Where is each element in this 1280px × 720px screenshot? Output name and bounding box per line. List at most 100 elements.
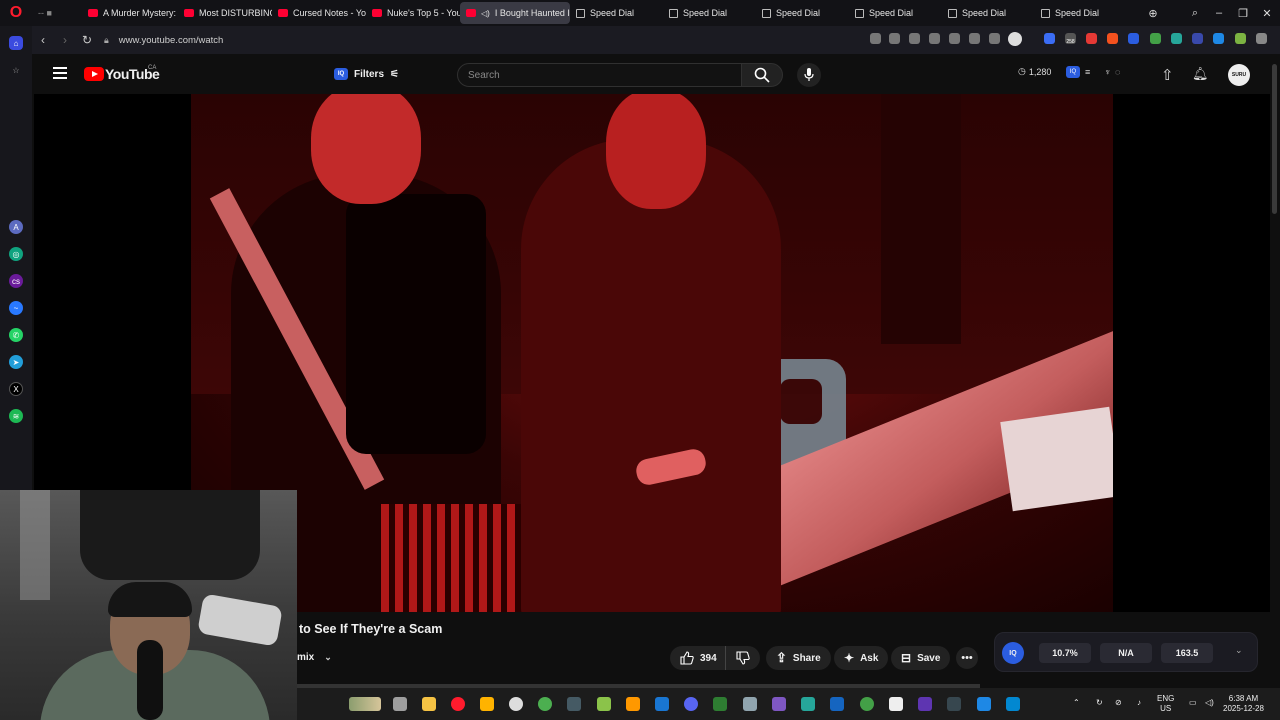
aria-icon[interactable]: A <box>9 220 23 234</box>
tab-speed-dial[interactable]: Speed Dial <box>849 2 942 24</box>
minimize-button[interactable]: – <box>1207 0 1231 26</box>
app-icon[interactable] <box>538 697 552 711</box>
home-icon[interactable]: ⌂ <box>9 36 23 50</box>
lightning-icon[interactable] <box>480 697 494 711</box>
vlc-icon[interactable] <box>626 697 640 711</box>
youtube-logo-icon[interactable] <box>84 67 104 81</box>
tab-4[interactable]: Nuke's Top 5 - YouT <box>366 2 460 24</box>
microphone-tray-icon[interactable]: ♪ <box>1137 698 1141 708</box>
x-icon[interactable]: X <box>9 382 23 396</box>
edit-icon[interactable] <box>870 33 881 44</box>
task-view-icon[interactable] <box>393 697 407 711</box>
close-button[interactable]: ✕ <box>1255 0 1279 26</box>
tab-pinned[interactable]: -- ■ <box>32 2 82 24</box>
lock-icon[interactable]: 🔒︎ <box>104 35 109 46</box>
tab-5-active[interactable]: ◁) I Bought Haunted Ite <box>460 2 570 24</box>
page-scrollbar[interactable] <box>1270 54 1280 690</box>
tray-app-icon[interactable]: ↻ <box>1096 698 1103 708</box>
extension-badge[interactable]: 258 <box>1065 33 1076 45</box>
extension-icon[interactable]: cs <box>9 274 23 288</box>
extension-icon[interactable] <box>1150 33 1161 44</box>
tab-2[interactable]: Most DISTURBING A <box>178 2 272 24</box>
extension-icon[interactable] <box>1192 33 1203 44</box>
chatgpt-icon[interactable]: ◎ <box>9 247 23 261</box>
maximize-button[interactable]: ❐ <box>1231 0 1255 26</box>
app-icon[interactable] <box>918 697 932 711</box>
reload-icon[interactable]: ↻ <box>76 33 98 47</box>
share-button[interactable]: ⇪ Share <box>766 646 831 670</box>
app-icon[interactable] <box>743 697 757 711</box>
tab-3[interactable]: Cursed Notes - YouT <box>272 2 366 24</box>
app-icon[interactable] <box>1006 697 1020 711</box>
filters-button[interactable]: IQ Filters ⚟ <box>334 64 399 84</box>
dislike-button[interactable] <box>724 646 760 670</box>
opera-logo-icon[interactable]: O <box>0 0 32 26</box>
widgets-icon[interactable] <box>349 697 381 711</box>
channel-row[interactable]: mix ⌄ <box>297 652 332 663</box>
menu-icon[interactable] <box>989 33 1000 44</box>
whatsapp-icon[interactable]: ✆ <box>9 328 23 342</box>
app-icon[interactable] <box>597 697 611 711</box>
speaker-icon[interactable]: ◁) <box>481 9 490 18</box>
chrome-icon[interactable] <box>509 697 523 711</box>
shield-icon[interactable] <box>909 33 920 44</box>
app-icon[interactable] <box>860 697 874 711</box>
star-icon[interactable]: ☆ <box>9 63 23 77</box>
settings-icon[interactable] <box>1256 33 1267 44</box>
file-explorer-icon[interactable] <box>422 697 436 711</box>
video-frame[interactable] <box>191 94 1113 612</box>
extension-icon[interactable] <box>1235 33 1246 44</box>
telegram-icon[interactable]: ➤ <box>9 355 23 369</box>
app-icon[interactable] <box>567 697 581 711</box>
extension-icon[interactable] <box>1086 33 1097 44</box>
heart-icon[interactable] <box>949 33 960 44</box>
extension-icon[interactable] <box>1128 33 1139 44</box>
app-icon[interactable] <box>772 697 786 711</box>
upload-icon[interactable]: ⇧ <box>1161 66 1174 84</box>
coins-counter[interactable]: ◷ 1,280 <box>1018 66 1051 77</box>
camera-icon[interactable] <box>889 33 900 44</box>
avatar[interactable]: SURU <box>1228 64 1250 86</box>
profile-avatar[interactable] <box>1008 32 1022 46</box>
messenger-icon[interactable]: ~ <box>9 301 23 315</box>
discord-icon[interactable] <box>684 697 698 711</box>
more-options-icon[interactable]: ••• <box>956 647 978 669</box>
app-icon[interactable] <box>801 697 815 711</box>
extension-icon[interactable] <box>1213 33 1224 44</box>
app-icon[interactable] <box>830 697 844 711</box>
app-icon[interactable] <box>655 697 669 711</box>
tab-search-icon[interactable]: ⌕ <box>1183 0 1207 26</box>
chevron-down-icon[interactable]: ⌄ <box>1235 645 1243 656</box>
network-icon[interactable]: ⊘ <box>1115 698 1122 708</box>
volume-icon[interactable]: ◁) <box>1205 698 1214 708</box>
chat-icon[interactable]: ◌ <box>1115 67 1120 77</box>
search-button[interactable] <box>741 63 783 87</box>
play-icon[interactable] <box>929 33 940 44</box>
app-icon[interactable] <box>713 697 727 711</box>
iq-icon[interactable]: IQ <box>1002 642 1024 664</box>
ask-button[interactable]: ✦ Ask <box>834 646 889 670</box>
extension-icon[interactable] <box>1107 33 1118 44</box>
like-button[interactable]: 394 <box>670 646 725 670</box>
download-icon[interactable] <box>969 33 980 44</box>
clock[interactable]: 6:38 AM 2025-12-28 <box>1223 694 1264 714</box>
capcut-icon[interactable] <box>889 697 903 711</box>
app-icon[interactable] <box>977 697 991 711</box>
voice-search-button[interactable] <box>797 63 821 87</box>
trophy-icon[interactable]: ♆ <box>1104 67 1111 77</box>
tab-speed-dial[interactable]: Speed Dial <box>942 2 1035 24</box>
search-input[interactable]: Search <box>457 63 742 87</box>
tab-speed-dial[interactable]: Speed Dial <box>756 2 849 24</box>
back-arrow-icon[interactable]: ‹ <box>32 33 54 47</box>
chevron-down-icon[interactable]: ⌄ <box>324 652 332 663</box>
opera-taskbar-icon[interactable] <box>451 697 465 711</box>
forward-arrow-icon[interactable]: › <box>54 33 76 47</box>
save-button[interactable]: ⊟ Save <box>891 646 951 670</box>
iq-icon[interactable]: IQ <box>1066 66 1080 78</box>
list-icon[interactable]: ≡ <box>1085 67 1090 77</box>
steam-icon[interactable] <box>947 697 961 711</box>
extension-icon[interactable] <box>1044 33 1055 44</box>
scrollbar-thumb[interactable] <box>1272 64 1277 214</box>
notifications-bell-icon[interactable]: 🔔︎ <box>1192 66 1209 82</box>
tray-chevron-up-icon[interactable]: ⌃ <box>1073 698 1080 708</box>
